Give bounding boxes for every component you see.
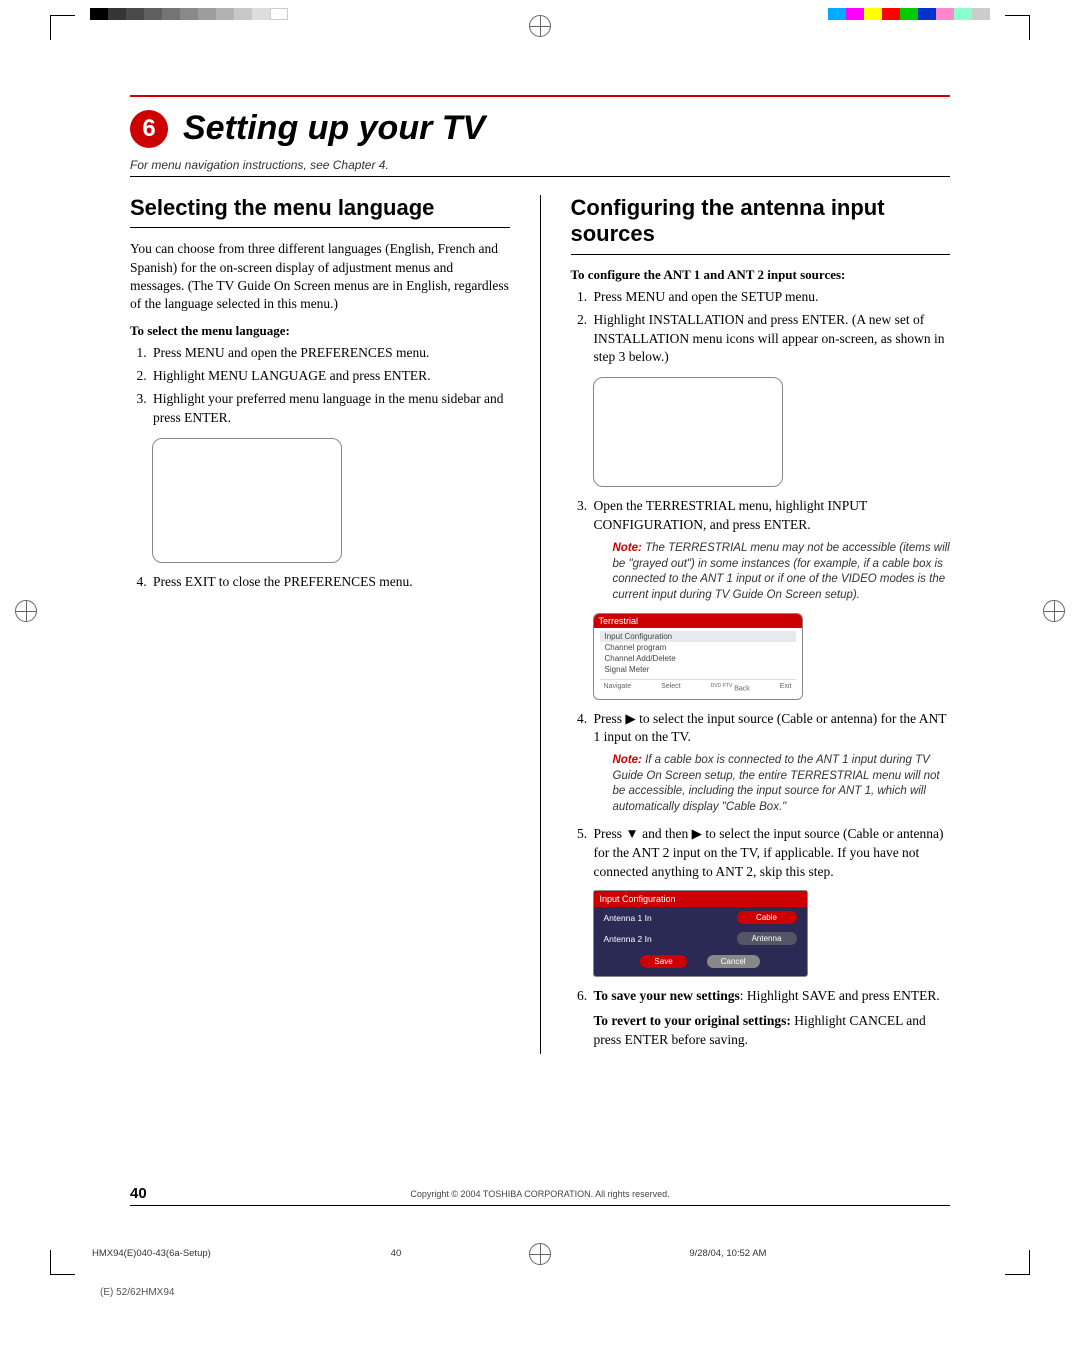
osd-save-button: Save <box>640 955 686 968</box>
language-subhead: To select the menu language: <box>130 323 510 339</box>
intro-note: For menu navigation instructions, see Ch… <box>130 158 950 172</box>
column-divider <box>540 195 541 1054</box>
right-column: Configuring the antenna input sources To… <box>571 195 951 1054</box>
language-para: You can choose from three different lang… <box>130 240 510 313</box>
osd-item-input-config: Input Configuration <box>600 631 796 642</box>
antenna-steps-5: Press ▼ and then ▶ to select the input s… <box>591 825 951 882</box>
imprint-bar: HMX94(E)040-43(6a-Setup) 40 9/28/04, 10:… <box>82 1245 998 1262</box>
note-text-2: If a cable box is connected to the ANT 1… <box>613 754 940 813</box>
down-arrow-icon: ▼ <box>625 826 638 841</box>
osd-item-signal-meter: Signal Meter <box>600 664 796 675</box>
language-steps: Press MENU and open the PREFERENCES menu… <box>150 344 510 428</box>
content-columns: Selecting the menu language You can choo… <box>130 195 950 1054</box>
imprint-timestamp: 9/28/04, 10:52 AM <box>689 1248 988 1259</box>
osd-terrestrial-title: Terrestrial <box>594 614 802 628</box>
chapter-header: 6 Setting up your TV <box>130 109 950 148</box>
osd-foot-navigate: Navigate <box>604 683 632 692</box>
osd-row-label-2: Antenna 2 In <box>604 934 652 944</box>
page-number: 40 <box>130 1185 147 1202</box>
stray-text: (E) 52/62HMX94 <box>100 1287 174 1298</box>
installation-screenshot-placeholder <box>593 377 783 487</box>
section-rule-2 <box>571 254 951 255</box>
chapter-number-badge: 6 <box>130 110 168 148</box>
osd-config-title: Input Configuration <box>594 891 807 907</box>
lang-step-3: Highlight your preferred menu language i… <box>150 390 510 428</box>
antenna-subhead: To configure the ANT 1 and ANT 2 input s… <box>571 267 951 283</box>
ant-step-5: Press ▼ and then ▶ to select the input s… <box>591 825 951 882</box>
lang-step-4: Press EXIT to close the PREFERENCES menu… <box>150 573 510 592</box>
imprint-page: 40 <box>391 1248 690 1259</box>
language-steps-cont: Press EXIT to close the PREFERENCES menu… <box>150 573 510 592</box>
ant-step-6: To save your new settings: Highlight SAV… <box>591 987 951 1050</box>
section-heading-language: Selecting the menu language <box>130 195 510 221</box>
footer-rule <box>130 1205 950 1206</box>
save-settings-strong: To save your new settings <box>594 988 740 1003</box>
osd-terrestrial-menu: Terrestrial Input Configuration Channel … <box>593 613 803 699</box>
note-cablebox: Note: If a cable box is connected to the… <box>613 753 951 815</box>
right-arrow-icon-2: ▶ <box>692 826 702 841</box>
chapter-title: Setting up your TV <box>183 109 485 148</box>
note-label-1: Note: <box>613 542 642 554</box>
intro-rule <box>130 176 950 177</box>
antenna-steps-3: Open the TERRESTRIAL menu, highlight INP… <box>591 497 951 535</box>
left-column: Selecting the menu language You can choo… <box>130 195 510 1054</box>
osd-item-channel-add-delete: Channel Add/Delete <box>600 653 796 664</box>
osd-foot-exit: Exit <box>780 683 792 692</box>
revert-settings-strong: To revert to your original settings: <box>594 1013 791 1028</box>
osd-input-config: Input Configuration Antenna 1 In Cable A… <box>593 890 808 977</box>
lang-step-1: Press MENU and open the PREFERENCES menu… <box>150 344 510 363</box>
osd-footer: Navigate Select DVD PTV Back Exit <box>600 679 796 692</box>
note-text-1: The TERRESTRIAL menu may not be accessib… <box>613 542 950 601</box>
osd-row-label-1: Antenna 1 In <box>604 913 652 923</box>
section-rule <box>130 227 510 228</box>
lang-step-2: Highlight MENU LANGUAGE and press ENTER. <box>150 367 510 386</box>
osd-foot-select: Select <box>661 683 680 692</box>
copyright-text: Copyright © 2004 TOSHIBA CORPORATION. Al… <box>130 1189 950 1199</box>
ant-step-3: Open the TERRESTRIAL menu, highlight INP… <box>591 497 951 535</box>
save-settings-rest: : Highlight SAVE and press ENTER. <box>740 988 940 1003</box>
ant-step-2: Highlight INSTALLATION and press ENTER. … <box>591 311 951 368</box>
antenna-steps-4: Press ▶ to select the input source (Cabl… <box>591 710 951 748</box>
antenna-steps-6: To save your new settings: Highlight SAV… <box>591 987 951 1050</box>
osd-cancel-button: Cancel <box>707 955 760 968</box>
antenna-steps: Press MENU and open the SETUP menu. High… <box>591 288 951 368</box>
preferences-screenshot-placeholder <box>152 438 342 563</box>
ant-step-4: Press ▶ to select the input source (Cabl… <box>591 710 951 748</box>
section-heading-antenna: Configuring the antenna input sources <box>571 195 951 248</box>
osd-config-row-1: Antenna 1 In Cable <box>594 907 807 928</box>
note-label-2: Note: <box>613 754 642 766</box>
ant-step-1: Press MENU and open the SETUP menu. <box>591 288 951 307</box>
osd-config-buttons: Save Cancel <box>594 949 807 976</box>
page-footer: 40 Copyright © 2004 TOSHIBA CORPORATION.… <box>130 1189 950 1210</box>
note-terrestrial: Note: The TERRESTRIAL menu may not be ac… <box>613 541 951 603</box>
imprint-filename: HMX94(E)040-43(6a-Setup) <box>92 1248 391 1259</box>
top-red-rule <box>130 95 950 97</box>
osd-row-value-antenna: Antenna <box>737 932 797 945</box>
right-arrow-icon: ▶ <box>625 711 635 726</box>
osd-row-value-cable: Cable <box>737 911 797 924</box>
osd-item-channel-program: Channel program <box>600 642 796 653</box>
osd-config-row-2: Antenna 2 In Antenna <box>594 928 807 949</box>
osd-foot-back: DVD PTV Back <box>711 683 750 692</box>
